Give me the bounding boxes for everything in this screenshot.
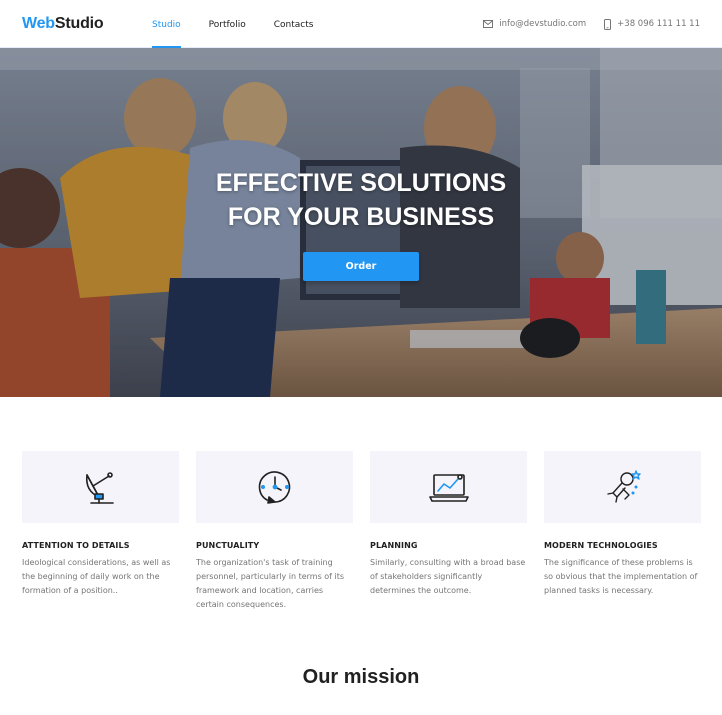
hero-section: EFFECTIVE SOLUTIONS FOR YOUR BUSINESS Or… xyxy=(0,48,722,397)
feature-icon-box xyxy=(370,451,527,523)
satellite-dish-icon xyxy=(85,472,114,504)
feature-card: PLANNING Similarly, consulting with a br… xyxy=(370,451,527,612)
feature-card: ATTENTION TO DETAILS Ideological conside… xyxy=(22,451,179,612)
feature-text: The organization's task of training pers… xyxy=(196,558,345,609)
feature-title: MODERN TECHNOLOGIES xyxy=(544,541,658,550)
astronaut-icon xyxy=(606,470,641,503)
feature-card: PUNCTUALITY The organization's task of t… xyxy=(196,451,353,612)
feature-icon-box xyxy=(22,451,179,523)
logo-studio: Studio xyxy=(54,15,104,32)
feature-card: MODERN TECHNOLOGIES The significance of … xyxy=(544,451,701,612)
email-link[interactable]: info@devstudio.com xyxy=(483,19,586,29)
site-header: WebStudio Studio Portfolio Contacts info… xyxy=(0,0,722,48)
header-contacts: info@devstudio.com +38 096 111 11 11 xyxy=(465,0,700,48)
phone-icon xyxy=(604,18,612,30)
phone-text: +38 096 111 11 11 xyxy=(617,19,700,29)
email-text: info@devstudio.com xyxy=(499,19,587,29)
hero-title-line1: EFFECTIVE SOLUTIONS xyxy=(215,169,507,197)
logo[interactable]: WebStudio xyxy=(22,15,104,33)
nav-item-studio[interactable]: Studio xyxy=(152,0,181,48)
laptop-chart-icon xyxy=(428,474,469,502)
nav-item-portfolio[interactable]: Portfolio xyxy=(209,0,246,48)
feature-title: PLANNING xyxy=(370,541,418,550)
mail-icon xyxy=(483,20,494,28)
feature-text: Similarly, consulting with a broad base … xyxy=(370,558,526,595)
nav-item-contacts[interactable]: Contacts xyxy=(274,0,314,48)
clock-icon xyxy=(258,471,290,504)
feature-title: PUNCTUALITY xyxy=(196,541,260,550)
feature-text: The significance of these problems is so… xyxy=(544,558,698,595)
mission-title: Our mission xyxy=(302,666,420,688)
hero-title-line2: FOR YOUR BUSINESS xyxy=(227,203,495,231)
feature-icon-box xyxy=(544,451,701,523)
feature-title: ATTENTION TO DETAILS xyxy=(22,541,130,550)
main-nav: Studio Portfolio Contacts xyxy=(152,0,341,48)
order-button[interactable]: Order xyxy=(303,252,419,281)
hero-title: EFFECTIVE SOLUTIONS FOR YOUR BUSINESS xyxy=(0,166,722,234)
phone-link[interactable]: +38 096 111 11 11 xyxy=(604,18,700,30)
feature-text: Ideological considerations, as well as t… xyxy=(22,558,171,595)
features-section: ATTENTION TO DETAILS Ideological conside… xyxy=(22,451,701,612)
logo-web: Web xyxy=(22,15,55,32)
feature-icon-box xyxy=(196,451,353,523)
